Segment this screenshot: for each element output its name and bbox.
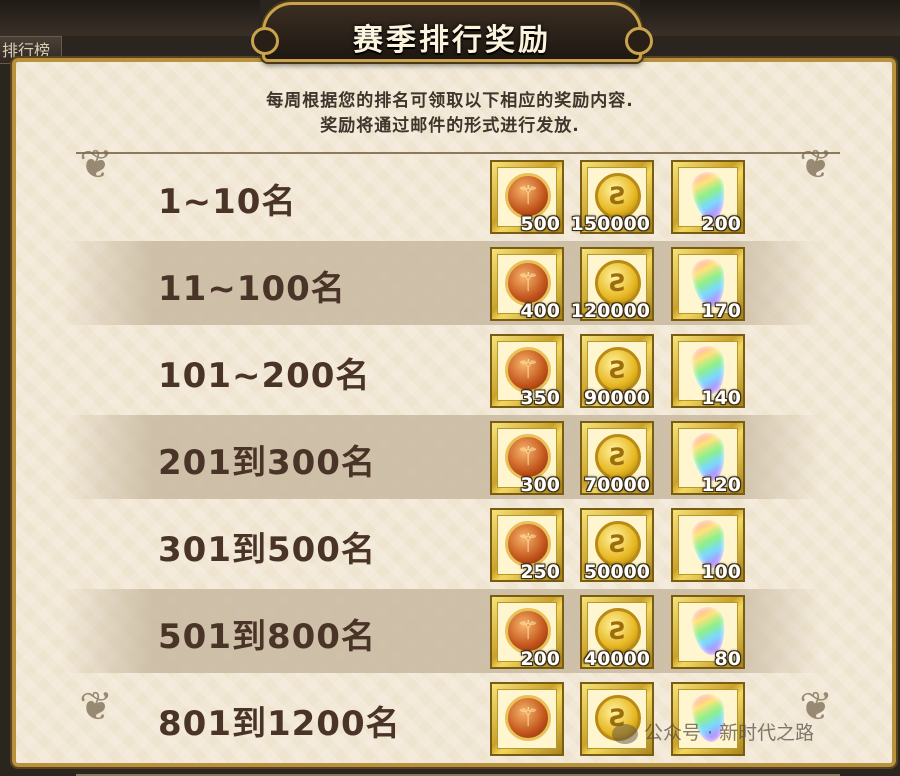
background-game-ui xyxy=(0,0,260,36)
reward-item[interactable]: 300 xyxy=(490,421,564,496)
rank-range: 301到500名 xyxy=(158,530,376,570)
reward-item[interactable]: 500 xyxy=(490,160,564,235)
reward-row: 201到300名 300 70000 120 xyxy=(62,415,822,499)
rank-range: 201到300名 xyxy=(158,443,376,483)
reward-quantity: 120 xyxy=(701,474,741,496)
reward-item[interactable]: 400 xyxy=(490,247,564,322)
reward-quantity: 40000 xyxy=(583,648,650,670)
reward-quantity: 50000 xyxy=(583,561,650,583)
reward-quantity: 200 xyxy=(701,213,741,235)
reward-item[interactable]: 90000 xyxy=(580,334,654,409)
reward-quantity: 170 xyxy=(701,300,741,322)
reward-quantity: 150000 xyxy=(570,213,650,235)
reward-item[interactable]: 40000 xyxy=(580,595,654,670)
reward-item[interactable]: 250 xyxy=(490,508,564,583)
rank-range: 801到1200名 xyxy=(158,704,401,744)
description-line-2: 奖励将通过邮件的形式进行发放. xyxy=(320,116,580,136)
reward-row: 11~100名 400 120000 170 xyxy=(62,241,822,325)
rank-range: 501到800名 xyxy=(158,617,376,657)
medal-icon xyxy=(505,695,551,741)
reward-item[interactable]: 200 xyxy=(490,595,564,670)
reward-item[interactable]: 200 xyxy=(671,160,745,235)
reward-row: 1~10名 500 150000 200 xyxy=(62,154,822,238)
reward-quantity: 120000 xyxy=(570,300,650,322)
reward-quantity: 350 xyxy=(520,387,560,409)
reward-item[interactable]: 50000 xyxy=(580,508,654,583)
watermark-text: 公众号 · 新时代之路 xyxy=(644,722,815,744)
reward-item[interactable]: 120 xyxy=(671,421,745,496)
reward-row: 301到500名 250 50000 100 xyxy=(62,502,822,586)
reward-item[interactable]: 80 xyxy=(671,595,745,670)
reward-row: 101~200名 350 90000 140 xyxy=(62,328,822,412)
reward-quantity: 70000 xyxy=(583,474,650,496)
reward-quantity: 400 xyxy=(520,300,560,322)
rank-range: 1~10名 xyxy=(158,182,297,222)
watermark: 公众号 · 新时代之路 xyxy=(612,718,814,745)
wechat-icon xyxy=(612,723,638,744)
description-line-1: 每周根据您的排名可领取以下相应的奖励内容. xyxy=(266,91,634,111)
page-title: 赛季排行奖励 xyxy=(353,23,551,58)
reward-item[interactable]: 150000 xyxy=(571,160,654,235)
reward-quantity: 100 xyxy=(701,561,741,583)
background-game-ui-right xyxy=(640,0,900,36)
reward-item[interactable]: 350 xyxy=(490,334,564,409)
reward-item[interactable]: 140 xyxy=(671,334,745,409)
title-plate: 赛季排行奖励 xyxy=(251,2,653,62)
reward-item-frame xyxy=(497,689,557,749)
reward-item[interactable] xyxy=(490,682,564,756)
reward-row: 501到800名 200 40000 80 xyxy=(62,589,822,673)
reward-quantity: 500 xyxy=(520,213,560,235)
reward-quantity: 300 xyxy=(520,474,560,496)
reward-item[interactable]: 170 xyxy=(671,247,745,322)
reward-item[interactable]: 100 xyxy=(671,508,745,583)
reward-item[interactable]: 120000 xyxy=(571,247,654,322)
reward-item[interactable]: 70000 xyxy=(580,421,654,496)
reward-quantity: 90000 xyxy=(583,387,650,409)
reward-quantity: 140 xyxy=(701,387,741,409)
rank-range: 101~200名 xyxy=(158,356,371,396)
reward-quantity: 80 xyxy=(714,648,741,670)
rank-range: 11~100名 xyxy=(158,269,346,309)
reward-quantity: 250 xyxy=(520,561,560,583)
reward-quantity: 200 xyxy=(520,648,560,670)
